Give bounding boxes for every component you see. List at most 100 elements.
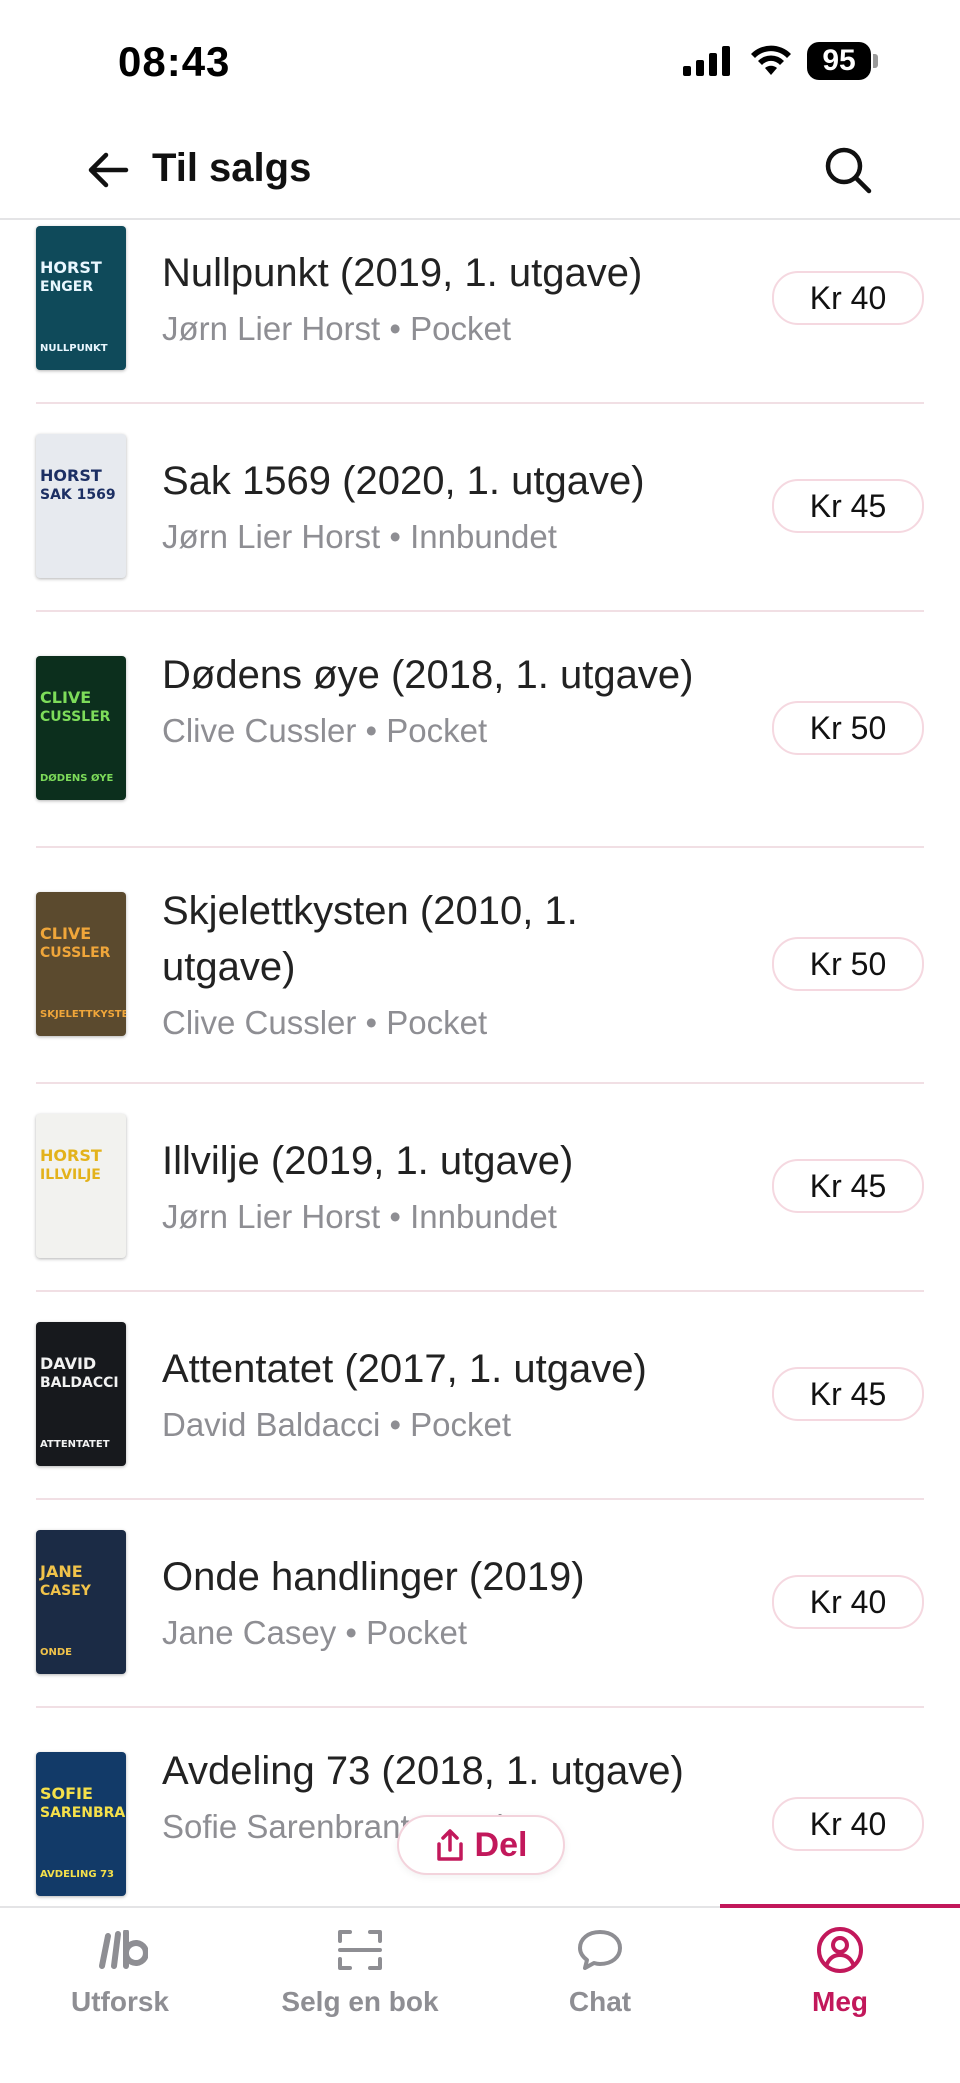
- book-list-item[interactable]: CLIVE CUSSLER SKJELETTKYSTEN Skjelettkysten…: [0, 846, 960, 1084]
- book-list-item[interactable]: SOFIE SARENBRANT AVDELING 73 Avdeling 73 (2…: [0, 1706, 960, 1906]
- book-info: Illvilje (2019, 1. utgave) Jørn Lier Hors…: [162, 1133, 722, 1239]
- price-badge: Kr 40: [772, 271, 924, 325]
- meta-separator: •: [356, 1004, 387, 1041]
- book-cover-text: HORST: [40, 1146, 102, 1165]
- book-cover-text: CLIVE: [40, 688, 92, 707]
- book-author: Jørn Lier Horst: [162, 310, 381, 347]
- book-format: Pocket: [410, 310, 511, 347]
- book-meta: David Baldacci • Pocket: [162, 1403, 722, 1447]
- book-title: Onde handlinger (2019): [162, 1555, 585, 1599]
- book-cover-text: CUSSLER: [40, 945, 111, 961]
- book-list-item[interactable]: HORST ENGER NULLPUNKT Nullpunkt (2019, 1. u…: [0, 220, 960, 404]
- status-icons: 95: [683, 42, 878, 80]
- book-cover-text: DAVID: [40, 1354, 97, 1373]
- book-author: Jørn Lier Horst: [162, 1198, 381, 1235]
- tab-label: Chat: [568, 1986, 632, 2017]
- price-badge: Kr 50: [772, 701, 924, 755]
- meta-separator: •: [336, 1614, 367, 1651]
- book-cover-text: HORST: [40, 466, 102, 485]
- profile-icon: [817, 1927, 863, 1973]
- book-list[interactable]: HORST ENGER NULLPUNKT Nullpunkt (2019, 1. u…: [0, 220, 960, 1906]
- book-cover-text: CASEY: [40, 1583, 91, 1599]
- book-author: Jørn Lier Horst: [162, 518, 381, 555]
- wifi-icon: [751, 45, 791, 75]
- tab-label: Meg: [812, 1986, 868, 2017]
- scan-icon: [338, 1930, 382, 1970]
- back-button[interactable]: [78, 140, 138, 200]
- battery-level: 95: [807, 42, 871, 80]
- tab-chat[interactable]: Chat: [480, 1908, 720, 2028]
- book-cover-text: JANE: [40, 1562, 83, 1581]
- book-cover-text: AVDELING 73: [40, 1869, 114, 1880]
- share-button[interactable]: Del: [397, 1815, 565, 1875]
- share-label: Del: [474, 1825, 528, 1864]
- book-cover-image: SOFIE SARENBRANT AVDELING 73: [36, 1752, 126, 1896]
- battery-indicator: 95: [807, 42, 878, 80]
- price-badge: Kr 45: [772, 1367, 924, 1421]
- book-meta: Jørn Lier Horst • Pocket: [162, 307, 722, 351]
- tab-meg[interactable]: Meg: [720, 1908, 960, 2028]
- book-cover-text: DØDENS ØYE: [40, 773, 114, 784]
- book-info: Skjelettkysten (2010, 1. utgave) Clive Cu…: [162, 883, 722, 1045]
- book-list-item[interactable]: DAVID BALDACCI ATTENTATET Attentatet (2017,…: [0, 1290, 960, 1500]
- book-meta: Jørn Lier Horst • Innbundet: [162, 1195, 722, 1239]
- book-list-item[interactable]: JANE CASEY ONDE Onde handlinger (2019) Jane …: [0, 1498, 960, 1708]
- book-title: Nullpunkt (2019, 1. utgave): [162, 251, 643, 295]
- book-author: Clive Cussler: [162, 1004, 357, 1041]
- book-list-item[interactable]: HORST SAK 1569 Sak 1569 (2020, 1. utgave) J…: [0, 402, 960, 612]
- logo-icon: [99, 1930, 148, 1969]
- book-cover-text: SOFIE: [40, 1784, 93, 1803]
- book-cover-text: HORST: [40, 258, 102, 277]
- meta-separator: •: [356, 712, 387, 749]
- book-meta: Clive Cussler • Pocket: [162, 1001, 722, 1045]
- tab-bar: Utforsk Selg en bok Chat Meg: [0, 1904, 960, 2083]
- book-format: Innbundet: [410, 1198, 557, 1235]
- book-list-item[interactable]: HORST ILLVILJE Illvilje (2019, 1. utgave) J…: [0, 1082, 960, 1292]
- book-cover-image: CLIVE CUSSLER SKJELETTKYSTEN: [36, 892, 126, 1036]
- tab-label: Utforsk: [70, 1986, 169, 2017]
- book-meta: Clive Cussler • Pocket: [162, 709, 722, 753]
- book-author: David Baldacci: [162, 1406, 381, 1443]
- book-info: Attentatet (2017, 1. utgave) David Baldac…: [162, 1341, 722, 1447]
- price-badge: Kr 45: [772, 479, 924, 533]
- book-format: Pocket: [386, 1004, 488, 1041]
- book-title: Sak 1569 (2020, 1. utgave): [162, 459, 645, 503]
- book-cover-text: NULLPUNKT: [40, 343, 108, 354]
- search-button[interactable]: [814, 136, 882, 204]
- page-title: Til salgs: [152, 146, 312, 190]
- chat-icon: [578, 1930, 622, 1970]
- book-cover-text: ATTENTATET: [40, 1439, 110, 1450]
- book-title: Dødens øye (2018, 1. utgave): [162, 653, 694, 697]
- status-bar: 08:43 95: [0, 0, 960, 130]
- tab-utforsk[interactable]: Utforsk: [0, 1908, 240, 2028]
- tab-label: Selg en bok: [281, 1986, 439, 2017]
- price-badge: Kr 50: [772, 937, 924, 991]
- book-format: Pocket: [386, 712, 488, 749]
- search-icon: [825, 147, 872, 194]
- book-list-item[interactable]: CLIVE CUSSLER DØDENS ØYE Dødens øye (2018, …: [0, 610, 960, 848]
- book-title: Illvilje (2019, 1. utgave): [162, 1139, 574, 1183]
- book-cover-image: HORST ENGER NULLPUNKT: [36, 226, 126, 370]
- tab-selg-en-bok[interactable]: Selg en bok: [240, 1908, 480, 2028]
- book-cover-text: SKJELETTKYSTEN: [40, 1009, 126, 1020]
- meta-separator: •: [380, 1406, 411, 1443]
- book-info: Nullpunkt (2019, 1. utgave) Jørn Lier Hor…: [162, 245, 722, 351]
- book-cover-text: ILLVILJE: [40, 1167, 101, 1183]
- arrow-left-icon: [88, 152, 129, 188]
- book-cover-text: CUSSLER: [40, 709, 111, 725]
- book-author: Sofie Sarenbrant: [162, 1808, 410, 1845]
- share-icon: [436, 1829, 463, 1861]
- book-cover-image: JANE CASEY ONDE: [36, 1530, 126, 1674]
- app-header: Til salgs: [0, 130, 960, 220]
- book-info: Sak 1569 (2020, 1. utgave) Jørn Lier Hors…: [162, 453, 722, 559]
- book-cover-text: SAK 1569: [40, 487, 116, 503]
- book-cover-image: HORST SAK 1569: [36, 434, 126, 578]
- cellular-signal-icon: [683, 46, 730, 76]
- price-badge: Kr 40: [772, 1797, 924, 1851]
- book-title: Attentatet (2017, 1. utgave): [162, 1347, 647, 1391]
- book-meta: Jørn Lier Horst • Innbundet: [162, 515, 722, 559]
- book-cover-text: ENGER: [40, 279, 94, 295]
- price-badge: Kr 40: [772, 1575, 924, 1629]
- book-info: Dødens øye (2018, 1. utgave) Clive Cussle…: [162, 647, 722, 753]
- status-time: 08:43: [118, 38, 231, 85]
